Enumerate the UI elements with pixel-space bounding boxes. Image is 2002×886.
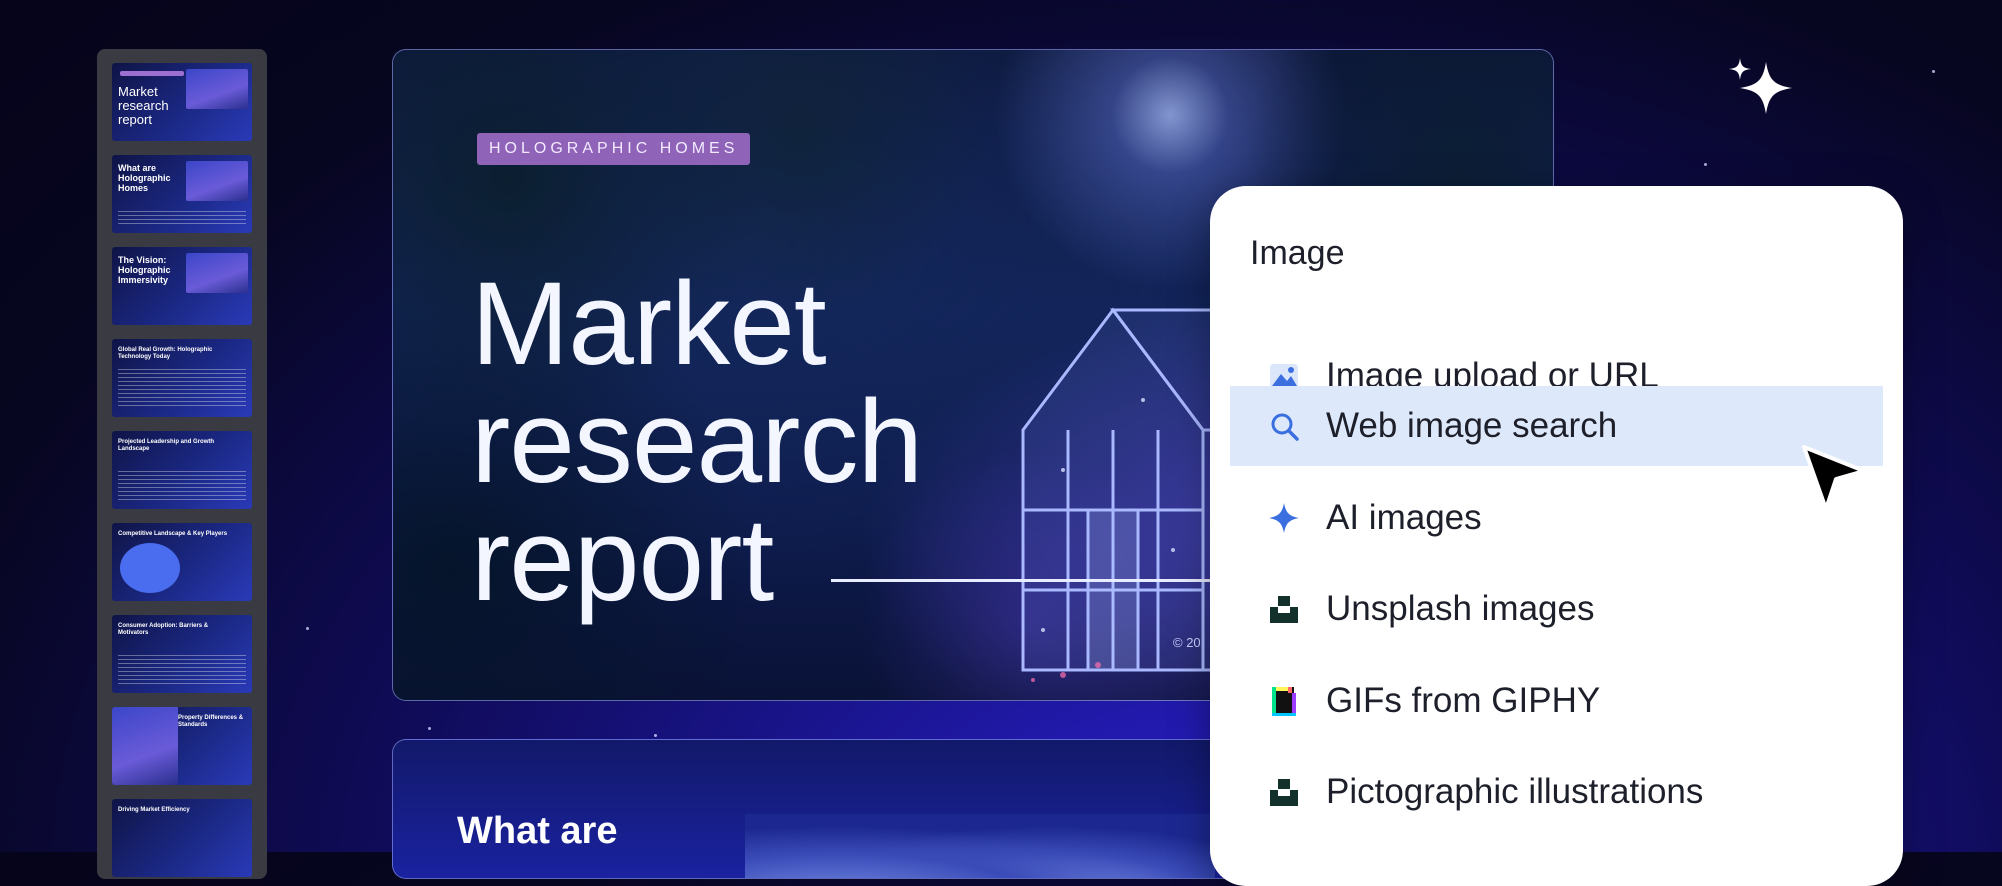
slide-thumbnail[interactable]: Market research report [112,63,252,141]
pictographic-icon [1270,779,1298,806]
slide-thumbnail[interactable]: Driving Market Efficiency [112,799,252,877]
sparkle-icon [1269,503,1299,533]
menu-item-giphy[interactable]: GIFs from GIPHY [1230,661,1883,741]
image-insert-menu: Image Image upload or URL Web image sear… [1210,186,1903,886]
thumbnail-image [120,543,180,593]
thumbnail-title: Driving Market Efficiency [118,807,190,813]
menu-item-web-image-search[interactable]: Web image search [1230,386,1883,466]
star [306,627,309,630]
thumbnail-title: Competitive Landscape & Key Players [118,531,228,537]
thumbnail-image [186,253,248,293]
slide-thumbnail[interactable]: What are Holographic Homes [112,155,252,233]
thumbnail-text-lines [118,471,246,501]
slide-thumbnail[interactable]: Competitive Landscape & Key Players [112,523,252,601]
thumbnail-title: Market research report [118,84,169,127]
menu-title: Image [1250,234,1345,272]
thumbnail-image [186,69,248,109]
thumbnail-title: The Vision: Holographic Immersivity [118,255,171,285]
title-underline [831,579,1251,582]
menu-item-label: Pictographic illustrations [1326,772,1704,811]
title-line: report [471,494,774,626]
thumbnail-text-lines [118,655,246,685]
title-line: research [471,376,923,508]
title-line: Market [471,258,827,390]
menu-item-ai-images[interactable]: AI images [1230,478,1883,558]
thumbnail-text-lines [118,369,246,409]
menu-item-label: Unsplash images [1326,589,1595,628]
mouse-cursor-icon [1802,445,1866,511]
slide-thumbnail[interactable]: Property Differences & Standards [112,707,252,785]
sparkle-icon [1729,58,1792,114]
slide-image [745,814,1215,878]
thumbnail-image [186,161,248,201]
star [654,734,657,737]
slide-tag: HOLOGRAPHIC HOMES [477,133,751,165]
thumbnail-tag [120,71,184,76]
star [428,727,431,730]
slide-title: Market research report [471,258,923,626]
slide-thumbnail[interactable]: Global Real Growth: Holographic Technolo… [112,339,252,417]
slide-thumbnail-panel: Market research report What are Holograp… [97,49,267,879]
thumbnail-title: Global Real Growth: Holographic Technolo… [118,347,213,360]
thumbnail-title: Consumer Adoption: Barriers & Motivators [118,623,209,636]
menu-item-unsplash-images[interactable]: Unsplash images [1230,569,1883,649]
thumbnail-image [112,707,178,785]
menu-item-label: AI images [1326,498,1482,537]
search-icon [1271,413,1299,441]
thumbnail-text-lines [118,211,246,225]
menu-item-pictographic[interactable]: Pictographic illustrations [1230,752,1883,832]
slide-footer: © 20 [1173,635,1201,650]
thumbnail-title: Projected Leadership and Growth Landscap… [118,439,215,452]
giphy-icon [1272,687,1296,716]
thumbnail-title: What are Holographic Homes [118,163,171,193]
menu-item-label: Web image search [1326,406,1618,445]
thumbnail-title: Property Differences & Standards [178,715,244,728]
star [1704,163,1707,166]
menu-item-label: GIFs from GIPHY [1326,681,1601,720]
slide-thumbnail[interactable]: Projected Leadership and Growth Landscap… [112,431,252,509]
slide-thumbnail[interactable]: The Vision: Holographic Immersivity [112,247,252,325]
unsplash-icon [1270,596,1298,623]
slide-title: What are [457,810,618,852]
star [1932,70,1935,73]
slide-thumbnail[interactable]: Consumer Adoption: Barriers & Motivators [112,615,252,693]
